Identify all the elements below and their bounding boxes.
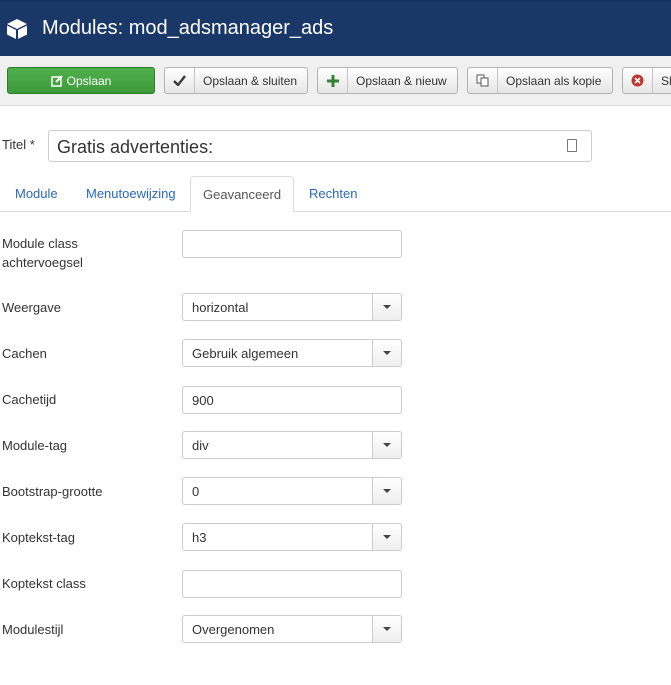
title-input[interactable]: Gratis advertenties:: [48, 130, 592, 162]
module-tag-value: div: [192, 438, 209, 453]
chevron-down-icon[interactable]: [372, 340, 401, 366]
cachetijd-input[interactable]: 900: [182, 386, 402, 414]
chevron-down-icon[interactable]: [372, 432, 401, 458]
chevron-down-icon[interactable]: [372, 478, 401, 504]
module-class-suffix-input[interactable]: [182, 230, 402, 258]
edit-icon: [50, 68, 63, 93]
tab-rechten[interactable]: Rechten: [309, 186, 357, 201]
copy-icon: [468, 68, 498, 93]
cachetijd-label: Cachetijd: [2, 392, 57, 407]
close-icon: [623, 68, 653, 93]
weergave-select[interactable]: horizontal: [182, 293, 402, 321]
module-style-select[interactable]: Overgenomen: [182, 615, 402, 643]
save-copy-button[interactable]: Opslaan als kopie: [467, 67, 613, 94]
module-class-suffix-label: Module class achtervoegsel: [2, 234, 83, 272]
close-button[interactable]: Sl: [622, 67, 671, 94]
toolbar: Opslaan Opslaan & sluiten Opslaan & nieu…: [0, 56, 671, 106]
tab-menutoewijzing[interactable]: Menutoewijzing: [86, 186, 176, 201]
cachetijd-value: 900: [192, 393, 214, 408]
page-header: Modules: mod_adsmanager_ads: [0, 0, 671, 56]
module-class-suffix-label-line2: achtervoegsel: [2, 255, 83, 270]
tab-module[interactable]: Module: [15, 186, 58, 201]
tab-geavanceerd[interactable]: Geavanceerd: [190, 176, 294, 212]
document-icon: [567, 139, 577, 152]
header-class-label: Koptekst class: [2, 576, 86, 591]
bootstrap-size-select[interactable]: 0: [182, 477, 402, 505]
header-class-input[interactable]: [182, 570, 402, 598]
page-title: Modules: mod_adsmanager_ads: [42, 17, 334, 39]
module-style-label: Modulestijl: [2, 622, 64, 637]
bootstrap-size-value: 0: [192, 484, 200, 499]
chevron-down-icon[interactable]: [372, 524, 401, 550]
save-new-button[interactable]: Opslaan & nieuw: [317, 67, 458, 94]
title-label: Titel *: [2, 137, 35, 152]
plus-icon: [318, 68, 348, 93]
chevron-down-icon[interactable]: [372, 616, 401, 642]
header-tag-value: h3: [192, 530, 207, 545]
tab-bar: Module Menutoewijzing Geavanceerd Rechte…: [0, 176, 671, 212]
save-button[interactable]: Opslaan: [7, 67, 155, 94]
module-tag-select[interactable]: div: [182, 431, 402, 459]
chevron-down-icon[interactable]: [372, 294, 401, 320]
cachen-select[interactable]: Gebruik algemeen: [182, 339, 402, 367]
save-close-label: Opslaan & sluiten: [203, 73, 298, 88]
weergave-value: horizontal: [192, 300, 249, 315]
save-button-label: Opslaan: [66, 73, 112, 88]
check-icon: [165, 68, 195, 93]
save-copy-label: Opslaan als kopie: [506, 73, 602, 88]
module-tag-label: Module-tag: [2, 438, 68, 453]
bootstrap-size-label: Bootstrap-grootte: [2, 484, 103, 499]
title-value: Gratis advertenties:: [57, 137, 214, 157]
save-close-button[interactable]: Opslaan & sluiten: [164, 67, 308, 94]
cube-icon: [7, 19, 27, 39]
weergave-label: Weergave: [2, 300, 62, 315]
header-tag-select[interactable]: h3: [182, 523, 402, 551]
cachen-value: Gebruik algemeen: [192, 346, 299, 361]
module-class-suffix-label-line1: Module class: [2, 236, 78, 251]
cachen-label: Cachen: [2, 346, 47, 361]
header-tag-label: Koptekst-tag: [2, 530, 75, 545]
save-new-label: Opslaan & nieuw: [356, 73, 447, 88]
module-style-value: Overgenomen: [192, 622, 275, 637]
close-label: Sl: [661, 73, 671, 88]
